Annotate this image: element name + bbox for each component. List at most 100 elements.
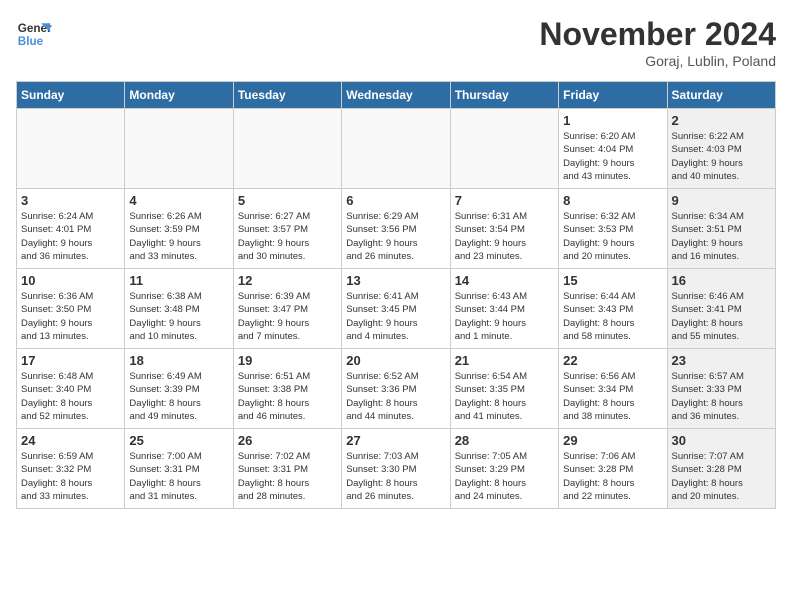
calendar-cell: 8 Sunrise: 6:32 AM Sunset: 3:53 PM Daylig… [559, 189, 667, 269]
calendar-cell: 28 Sunrise: 7:05 AM Sunset: 3:29 PM Dayli… [450, 429, 558, 509]
day-number: 13 [346, 273, 445, 288]
header-row: SundayMondayTuesdayWednesdayThursdayFrid… [17, 82, 776, 109]
day-info: Sunrise: 6:54 AM Sunset: 3:35 PM Dayligh… [455, 370, 554, 423]
day-number: 4 [129, 193, 228, 208]
day-info: Sunrise: 7:07 AM Sunset: 3:28 PM Dayligh… [672, 450, 771, 503]
calendar-cell: 17 Sunrise: 6:48 AM Sunset: 3:40 PM Dayli… [17, 349, 125, 429]
day-info: Sunrise: 6:22 AM Sunset: 4:03 PM Dayligh… [672, 130, 771, 183]
calendar-week-2: 3 Sunrise: 6:24 AM Sunset: 4:01 PM Daylig… [17, 189, 776, 269]
day-number: 22 [563, 353, 662, 368]
calendar-cell: 18 Sunrise: 6:49 AM Sunset: 3:39 PM Dayli… [125, 349, 233, 429]
day-info: Sunrise: 6:38 AM Sunset: 3:48 PM Dayligh… [129, 290, 228, 343]
calendar-cell: 20 Sunrise: 6:52 AM Sunset: 3:36 PM Dayli… [342, 349, 450, 429]
calendar-cell: 6 Sunrise: 6:29 AM Sunset: 3:56 PM Daylig… [342, 189, 450, 269]
day-number: 30 [672, 433, 771, 448]
day-number: 20 [346, 353, 445, 368]
subtitle: Goraj, Lublin, Poland [539, 53, 776, 69]
day-number: 17 [21, 353, 120, 368]
day-info: Sunrise: 7:02 AM Sunset: 3:31 PM Dayligh… [238, 450, 337, 503]
day-header-saturday: Saturday [667, 82, 775, 109]
day-number: 25 [129, 433, 228, 448]
day-number: 24 [21, 433, 120, 448]
day-number: 3 [21, 193, 120, 208]
calendar-cell: 24 Sunrise: 6:59 AM Sunset: 3:32 PM Dayli… [17, 429, 125, 509]
day-info: Sunrise: 6:31 AM Sunset: 3:54 PM Dayligh… [455, 210, 554, 263]
calendar-cell: 2Sunrise: 6:22 AM Sunset: 4:03 PM Daylig… [667, 109, 775, 189]
day-info: Sunrise: 6:41 AM Sunset: 3:45 PM Dayligh… [346, 290, 445, 343]
calendar-cell [450, 109, 558, 189]
day-info: Sunrise: 7:03 AM Sunset: 3:30 PM Dayligh… [346, 450, 445, 503]
day-info: Sunrise: 6:49 AM Sunset: 3:39 PM Dayligh… [129, 370, 228, 423]
day-info: Sunrise: 6:26 AM Sunset: 3:59 PM Dayligh… [129, 210, 228, 263]
day-header-thursday: Thursday [450, 82, 558, 109]
calendar-cell [17, 109, 125, 189]
calendar-cell [233, 109, 341, 189]
day-number: 29 [563, 433, 662, 448]
day-info: Sunrise: 6:20 AM Sunset: 4:04 PM Dayligh… [563, 130, 662, 183]
day-header-friday: Friday [559, 82, 667, 109]
calendar-week-3: 10Sunrise: 6:36 AM Sunset: 3:50 PM Dayli… [17, 269, 776, 349]
day-number: 7 [455, 193, 554, 208]
day-number: 14 [455, 273, 554, 288]
month-title: November 2024 [539, 16, 776, 53]
calendar-cell: 9Sunrise: 6:34 AM Sunset: 3:51 PM Daylig… [667, 189, 775, 269]
day-info: Sunrise: 6:36 AM Sunset: 3:50 PM Dayligh… [21, 290, 120, 343]
calendar-week-4: 17 Sunrise: 6:48 AM Sunset: 3:40 PM Dayli… [17, 349, 776, 429]
calendar-cell: 27 Sunrise: 7:03 AM Sunset: 3:30 PM Dayli… [342, 429, 450, 509]
day-header-tuesday: Tuesday [233, 82, 341, 109]
day-number: 12 [238, 273, 337, 288]
day-number: 6 [346, 193, 445, 208]
day-info: Sunrise: 6:48 AM Sunset: 3:40 PM Dayligh… [21, 370, 120, 423]
calendar-cell [342, 109, 450, 189]
logo: General Blue [16, 16, 52, 52]
calendar-cell: 25 Sunrise: 7:00 AM Sunset: 3:31 PM Dayli… [125, 429, 233, 509]
calendar-cell: 10Sunrise: 6:36 AM Sunset: 3:50 PM Dayli… [17, 269, 125, 349]
day-info: Sunrise: 6:57 AM Sunset: 3:33 PM Dayligh… [672, 370, 771, 423]
day-header-wednesday: Wednesday [342, 82, 450, 109]
calendar-cell: 19Sunrise: 6:51 AM Sunset: 3:38 PM Dayli… [233, 349, 341, 429]
calendar-cell: 13 Sunrise: 6:41 AM Sunset: 3:45 PM Dayli… [342, 269, 450, 349]
day-number: 16 [672, 273, 771, 288]
day-number: 23 [672, 353, 771, 368]
day-number: 5 [238, 193, 337, 208]
day-info: Sunrise: 6:52 AM Sunset: 3:36 PM Dayligh… [346, 370, 445, 423]
day-info: Sunrise: 7:00 AM Sunset: 3:31 PM Dayligh… [129, 450, 228, 503]
calendar-cell: 12Sunrise: 6:39 AM Sunset: 3:47 PM Dayli… [233, 269, 341, 349]
day-header-monday: Monday [125, 82, 233, 109]
day-info: Sunrise: 7:06 AM Sunset: 3:28 PM Dayligh… [563, 450, 662, 503]
svg-text:Blue: Blue [18, 35, 44, 48]
day-info: Sunrise: 6:29 AM Sunset: 3:56 PM Dayligh… [346, 210, 445, 263]
calendar-cell: 21 Sunrise: 6:54 AM Sunset: 3:35 PM Dayli… [450, 349, 558, 429]
day-number: 11 [129, 273, 228, 288]
day-info: Sunrise: 7:05 AM Sunset: 3:29 PM Dayligh… [455, 450, 554, 503]
calendar-cell: 29 Sunrise: 7:06 AM Sunset: 3:28 PM Dayli… [559, 429, 667, 509]
calendar-cell: 1Sunrise: 6:20 AM Sunset: 4:04 PM Daylig… [559, 109, 667, 189]
day-number: 19 [238, 353, 337, 368]
day-info: Sunrise: 6:32 AM Sunset: 3:53 PM Dayligh… [563, 210, 662, 263]
day-number: 18 [129, 353, 228, 368]
title-block: November 2024 Goraj, Lublin, Poland [539, 16, 776, 69]
day-info: Sunrise: 6:59 AM Sunset: 3:32 PM Dayligh… [21, 450, 120, 503]
day-number: 21 [455, 353, 554, 368]
calendar-cell: 7 Sunrise: 6:31 AM Sunset: 3:54 PM Daylig… [450, 189, 558, 269]
day-number: 28 [455, 433, 554, 448]
calendar-cell: 30 Sunrise: 7:07 AM Sunset: 3:28 PM Dayli… [667, 429, 775, 509]
calendar-week-1: 1Sunrise: 6:20 AM Sunset: 4:04 PM Daylig… [17, 109, 776, 189]
calendar-table: SundayMondayTuesdayWednesdayThursdayFrid… [16, 81, 776, 509]
day-number: 8 [563, 193, 662, 208]
day-info: Sunrise: 6:44 AM Sunset: 3:43 PM Dayligh… [563, 290, 662, 343]
calendar-cell: 11 Sunrise: 6:38 AM Sunset: 3:48 PM Dayli… [125, 269, 233, 349]
day-info: Sunrise: 6:27 AM Sunset: 3:57 PM Dayligh… [238, 210, 337, 263]
calendar-cell [125, 109, 233, 189]
day-info: Sunrise: 6:24 AM Sunset: 4:01 PM Dayligh… [21, 210, 120, 263]
calendar-cell: 22 Sunrise: 6:56 AM Sunset: 3:34 PM Dayli… [559, 349, 667, 429]
day-number: 27 [346, 433, 445, 448]
day-number: 26 [238, 433, 337, 448]
day-header-sunday: Sunday [17, 82, 125, 109]
day-number: 15 [563, 273, 662, 288]
calendar-cell: 14Sunrise: 6:43 AM Sunset: 3:44 PM Dayli… [450, 269, 558, 349]
page-header: General Blue November 2024 Goraj, Lublin… [16, 16, 776, 69]
day-info: Sunrise: 6:56 AM Sunset: 3:34 PM Dayligh… [563, 370, 662, 423]
calendar-cell: 4 Sunrise: 6:26 AM Sunset: 3:59 PM Daylig… [125, 189, 233, 269]
calendar-cell: 3 Sunrise: 6:24 AM Sunset: 4:01 PM Daylig… [17, 189, 125, 269]
